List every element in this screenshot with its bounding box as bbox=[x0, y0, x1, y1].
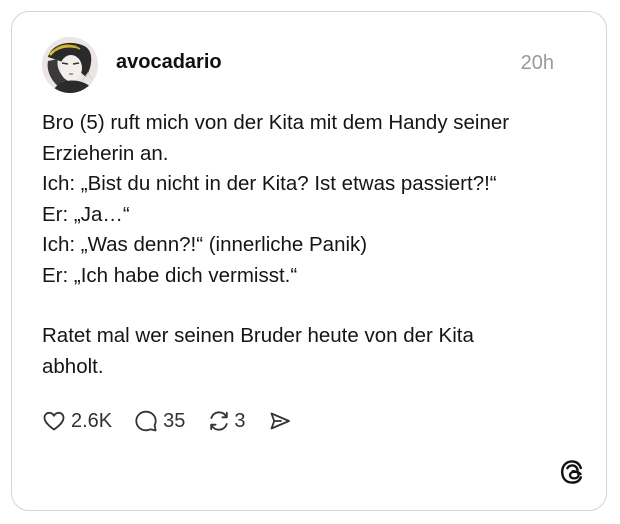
send-icon bbox=[270, 412, 290, 430]
post-timestamp: 20h bbox=[520, 52, 554, 74]
repost-icon bbox=[210, 411, 229, 431]
post-line: Ratet mal wer seinen Bruder heute von de… bbox=[42, 324, 474, 347]
threads-logo-icon[interactable] bbox=[559, 459, 585, 485]
post-text: Bro (5) ruft mich von der Kita mit dem H… bbox=[42, 108, 582, 382]
post-line: Bro (5) ruft mich von der Kita mit dem H… bbox=[42, 111, 510, 134]
post-line: Erzieherin an. bbox=[42, 141, 169, 165]
repost-count: 3 bbox=[234, 410, 246, 432]
author-username[interactable]: avocadario bbox=[116, 50, 222, 74]
share-button[interactable] bbox=[268, 409, 292, 433]
post-line: Ich: „Was denn?!“ (innerliche Panik) bbox=[42, 233, 368, 256]
reply-count: 35 bbox=[163, 410, 186, 432]
heart-icon bbox=[43, 411, 65, 431]
post-line: Er: „Ich habe dich vermisst.“ bbox=[42, 263, 298, 287]
post-line: Ich: „Bist du nicht in der Kita? Ist etw… bbox=[42, 172, 497, 195]
post-card: avocadario 20h Bro (5) ruft mich von der… bbox=[11, 11, 607, 511]
repost-button[interactable]: 3 bbox=[207, 409, 246, 433]
action-bar: 2.6K 35 3 bbox=[42, 407, 314, 435]
speech-bubble-icon bbox=[135, 410, 157, 432]
reply-button[interactable]: 35 bbox=[134, 409, 185, 433]
post-line: Er: „Ja…“ bbox=[42, 202, 130, 226]
like-count: 2.6K bbox=[71, 410, 113, 432]
avatar[interactable] bbox=[42, 37, 98, 93]
post-line: abholt. bbox=[42, 354, 104, 378]
like-button[interactable]: 2.6K bbox=[42, 409, 112, 433]
avatar-image bbox=[42, 37, 98, 93]
